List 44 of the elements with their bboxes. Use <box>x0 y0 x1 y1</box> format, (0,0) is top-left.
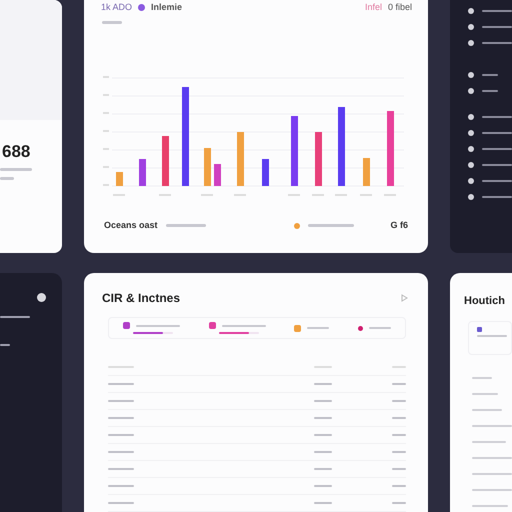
chart-bar <box>262 159 269 186</box>
text-line <box>472 425 512 427</box>
legend-label: Inlemie <box>151 2 182 12</box>
chart-bar <box>237 132 244 186</box>
chart-bar <box>363 158 370 186</box>
text-line <box>472 393 498 395</box>
chart-bar <box>214 164 221 186</box>
footer-value: G f6 <box>390 220 408 231</box>
legend-dot <box>138 4 146 10</box>
chart-bar <box>139 159 146 186</box>
text-line <box>166 224 206 227</box>
text-line <box>308 224 354 227</box>
text-line <box>0 177 14 180</box>
text-line <box>0 168 32 171</box>
footer-title: Oceans oast <box>104 220 158 231</box>
text-line <box>472 505 508 507</box>
text-line <box>477 335 507 337</box>
card-title: CIR & Inctnes <box>102 291 180 305</box>
text-line <box>307 327 330 329</box>
chart-bar <box>291 116 298 186</box>
text-line <box>222 324 266 326</box>
text-line <box>472 409 502 411</box>
avatar-icon[interactable] <box>37 293 46 302</box>
text-line <box>0 344 10 346</box>
text-line <box>0 316 30 318</box>
status-icon <box>477 327 482 332</box>
filter-link[interactable]: Infel <box>364 2 382 12</box>
text-line <box>472 441 506 443</box>
chart-bar <box>204 148 211 186</box>
text-line <box>102 21 122 24</box>
text-line <box>472 489 512 491</box>
card-title: Houtich <box>464 295 505 307</box>
legend-dot <box>294 222 300 228</box>
chart-bar <box>162 136 169 186</box>
text-line <box>472 377 492 379</box>
item-count: 0 fibel <box>388 2 412 12</box>
chart-bar <box>315 132 322 186</box>
text-line <box>368 327 391 329</box>
summary-value: 688 <box>2 142 32 162</box>
text-line <box>472 457 512 459</box>
chart-title: 1k ADO <box>101 2 132 12</box>
text-line <box>472 473 512 475</box>
text-line <box>136 324 180 326</box>
chart-bar <box>116 172 123 186</box>
